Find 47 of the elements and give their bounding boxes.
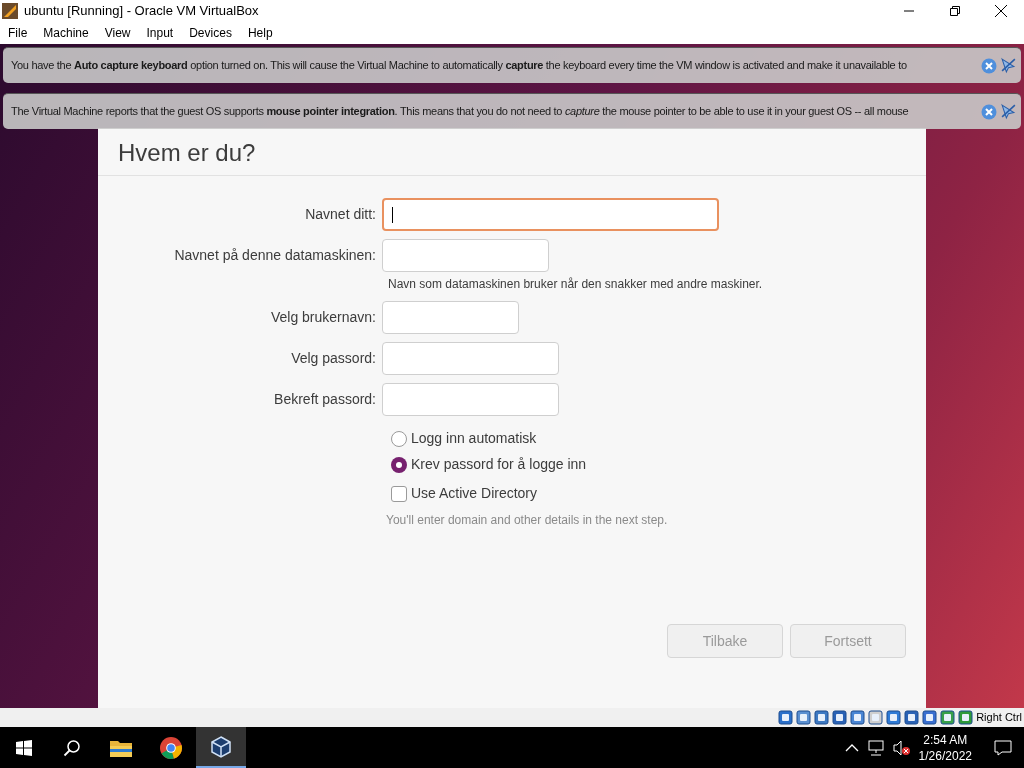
checkbox[interactable] bbox=[391, 485, 407, 502]
mouse-crossed-icon[interactable] bbox=[1000, 103, 1017, 120]
field-label: Navnet på denne datamaskinen: bbox=[173, 246, 377, 265]
notification-icon[interactable] bbox=[994, 739, 1012, 756]
radio-button[interactable] bbox=[391, 430, 407, 447]
option-label: Logg inn automatisk bbox=[411, 429, 537, 448]
taskbar-app[interactable] bbox=[196, 727, 246, 768]
clock-time: 2:54 AM bbox=[923, 731, 968, 748]
app-logo-icon bbox=[2, 3, 18, 19]
browser-icon bbox=[160, 736, 182, 759]
menu-item[interactable]: File bbox=[0, 24, 36, 42]
field-label: Velg brukernavn: bbox=[269, 308, 377, 327]
field-label: Navnet ditt: bbox=[304, 205, 377, 224]
cube-icon bbox=[209, 734, 233, 759]
close-icon[interactable] bbox=[981, 103, 997, 120]
notice-text: You have the Auto capture keyboard option turned on. This will cause the Virtual Machine to automatically capture the keyboard every time the VM window is activated and make it unavailable to bbox=[11, 58, 908, 74]
menu-item[interactable]: Machine bbox=[35, 24, 97, 42]
clock-date: 1/26/2022 bbox=[918, 747, 972, 764]
menu-item[interactable]: Devices bbox=[181, 24, 240, 42]
option-label: Krev passord for å logge inn bbox=[411, 455, 587, 474]
radio-button[interactable] bbox=[391, 456, 407, 473]
input-field[interactable] bbox=[382, 198, 719, 231]
chevron-up-icon[interactable] bbox=[844, 743, 859, 752]
input-field[interactable] bbox=[382, 239, 549, 272]
menu-item[interactable]: View bbox=[96, 24, 139, 42]
input-field[interactable] bbox=[382, 383, 559, 416]
menu-item[interactable]: Input bbox=[138, 24, 182, 42]
restore-icon bbox=[950, 6, 960, 16]
option-label: Use Active Directory bbox=[411, 484, 538, 503]
window-title: ubuntu [Running] - Oracle VM VirtualBox bbox=[24, 2, 259, 21]
field-label: Bekreft passord: bbox=[273, 390, 377, 409]
field-hint: Navn som datamaskinen bruker når den snakker med andre maskiner. bbox=[388, 276, 764, 293]
dialog-heading: Hvem er du? bbox=[118, 137, 256, 168]
menu-item[interactable]: Help bbox=[239, 24, 281, 42]
host-key-label: Right Ctrl bbox=[976, 710, 1022, 726]
note-text: You'll enter domain and other details in the next step. bbox=[386, 512, 669, 529]
close-icon[interactable] bbox=[981, 57, 997, 74]
windows-logo-icon bbox=[16, 739, 32, 756]
mouse-crossed-icon[interactable] bbox=[1000, 57, 1017, 74]
input-field[interactable] bbox=[382, 342, 559, 375]
search-icon bbox=[63, 738, 81, 757]
speaker-muted-icon[interactable] bbox=[892, 739, 911, 756]
close-icon bbox=[995, 5, 1007, 17]
text-cursor-icon bbox=[392, 206, 393, 223]
field-label: Velg passord: bbox=[290, 349, 377, 368]
input-field[interactable] bbox=[382, 301, 519, 334]
notice-text: The Virtual Machine reports that the guest OS supports mouse pointer integration. This means that you do not need to capture the mouse pointer to be able to use it in your guest OS -- all mouse bbox=[11, 104, 910, 120]
